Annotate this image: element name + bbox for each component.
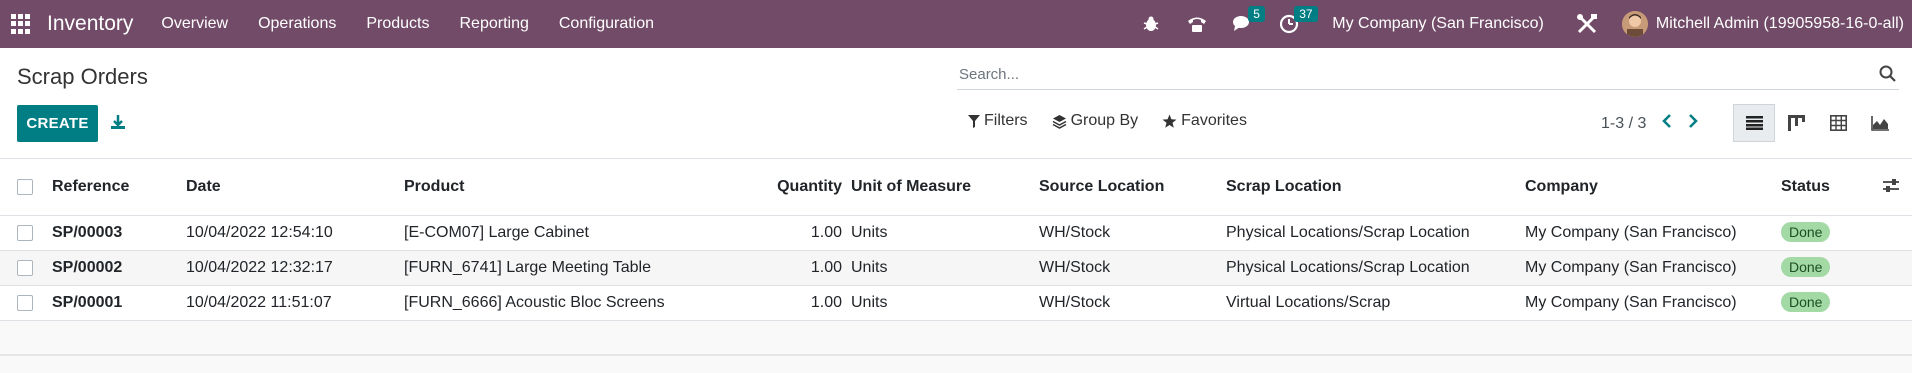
cell-scrap-location: Physical Locations/Scrap Location [1226,259,1470,276]
user-menu[interactable]: Mitchell Admin (19905958-16-0-all) [1656,15,1904,33]
chevron-left-icon[interactable] [1662,114,1672,133]
phone-icon[interactable] [1186,13,1208,35]
status-badge: Done [1781,257,1831,277]
cell-source-location: WH/Stock [1039,224,1111,241]
row-checkbox[interactable] [17,295,33,311]
filters-label: Filters [984,112,1028,129]
cell-date: 10/04/2022 11:51:07 [186,294,332,311]
cell-uom: Units [851,259,888,276]
cell-reference: SP/00001 [52,294,123,311]
row-checkbox[interactable] [17,260,33,276]
cell-quantity: 1.00 [810,224,842,241]
download-icon[interactable] [110,114,126,135]
top-navbar: Inventory Overview Operations Products R… [0,0,1912,48]
cell-company: My Company (San Francisco) [1525,259,1737,276]
column-header-scrap-location[interactable]: Scrap Location [1226,178,1342,196]
status-badge: Done [1781,222,1831,242]
divider [0,354,1912,356]
menu-reporting[interactable]: Reporting [459,15,528,33]
list-footer [0,320,1912,373]
table-icon [1829,115,1847,131]
table-row[interactable]: SP/00002 10/04/2022 12:32:17 [FURN_6741]… [0,251,1912,286]
row-checkbox[interactable] [17,225,33,241]
filter-icon [968,114,980,128]
tools-icon[interactable] [1576,13,1598,35]
search-panel-toggles: Filters Group By Favorites [968,112,1271,130]
cell-uom: Units [851,224,888,241]
cell-company: My Company (San Francisco) [1525,224,1737,241]
status-cell: Done [1781,292,1831,312]
menu-products[interactable]: Products [366,15,429,33]
cell-quantity: 1.00 [810,259,842,276]
search-icon[interactable] [1879,65,1897,88]
company-switcher[interactable]: My Company (San Francisco) [1332,15,1544,33]
chevron-right-icon[interactable] [1688,114,1699,133]
search-bar [957,60,1899,90]
star-icon [1162,114,1177,128]
favorites-label: Favorites [1181,112,1247,129]
cell-company: My Company (San Francisco) [1525,294,1737,311]
messages-icon[interactable]: 5 [1232,6,1265,35]
activities-count-badge: 37 [1294,6,1318,22]
column-header-status[interactable]: Status [1781,178,1830,196]
favorites-button[interactable]: Favorites [1162,112,1247,130]
kanban-icon [1787,115,1805,131]
menu-overview[interactable]: Overview [161,15,228,33]
table-row[interactable]: SP/00001 10/04/2022 11:51:07 [FURN_6666]… [0,286,1912,321]
column-header-uom[interactable]: Unit of Measure [851,178,971,196]
kanban-view-button[interactable] [1775,104,1817,142]
search-input[interactable] [959,66,1839,83]
status-cell: Done [1781,257,1831,277]
table-row[interactable]: SP/00003 10/04/2022 12:54:10 [E-COM07] L… [0,216,1912,251]
avatar[interactable] [1621,11,1648,37]
create-button[interactable]: CREATE [17,105,98,142]
cell-scrap-location: Physical Locations/Scrap Location [1226,224,1470,241]
column-header-source-location[interactable]: Source Location [1039,178,1164,196]
list-view-button[interactable] [1733,104,1775,142]
column-header-product[interactable]: Product [404,178,464,196]
group-by-label: Group By [1070,112,1139,129]
menu-operations[interactable]: Operations [258,15,336,33]
filters-button[interactable]: Filters [968,112,1028,130]
list-icon [1745,116,1763,130]
activities-clock-icon[interactable]: 37 [1278,6,1318,35]
cell-scrap-location: Virtual Locations/Scrap [1226,294,1391,311]
cell-date: 10/04/2022 12:32:17 [186,259,333,276]
optional-columns-icon[interactable] [1883,179,1899,198]
cell-product: [FURN_6666] Acoustic Bloc Screens [404,294,665,311]
cell-date: 10/04/2022 12:54:10 [186,224,333,241]
page-title: Scrap Orders [17,64,148,89]
area-chart-icon [1871,115,1889,131]
cell-quantity: 1.00 [810,294,842,311]
pager-value[interactable]: 1-3 / 3 [1601,115,1646,133]
select-all-checkbox[interactable] [17,179,33,195]
scrap-orders-table: Reference Date Product Quantity Unit of … [0,158,1912,321]
menu-configuration[interactable]: Configuration [559,15,654,33]
column-header-date[interactable]: Date [186,178,221,196]
status-badge: Done [1781,292,1831,312]
graph-view-button[interactable] [1859,104,1901,142]
cell-reference: SP/00003 [52,224,123,241]
cell-source-location: WH/Stock [1039,294,1111,311]
column-header-company[interactable]: Company [1525,178,1598,196]
view-switcher [1733,104,1901,142]
column-header-quantity[interactable]: Quantity [777,178,842,196]
cell-reference: SP/00002 [52,259,123,276]
navbar-systray: 5 37 My Company (San Francisco) Mitchell… [1140,0,1912,48]
cell-product: [FURN_6741] Large Meeting Table [404,259,651,276]
cell-source-location: WH/Stock [1039,259,1111,276]
messages-count-badge: 5 [1248,6,1265,22]
app-name[interactable]: Inventory [47,12,133,36]
table-header-row: Reference Date Product Quantity Unit of … [0,159,1912,216]
group-by-button[interactable]: Group By [1052,112,1139,130]
pager: 1-3 / 3 [1601,114,1699,133]
pivot-view-button[interactable] [1817,104,1859,142]
cell-uom: Units [851,294,888,311]
status-cell: Done [1781,222,1831,242]
layers-icon [1052,114,1066,129]
apps-menu-icon[interactable] [11,14,31,34]
column-header-reference[interactable]: Reference [52,178,129,196]
bug-icon[interactable] [1140,13,1162,35]
cell-product: [E-COM07] Large Cabinet [404,224,589,241]
